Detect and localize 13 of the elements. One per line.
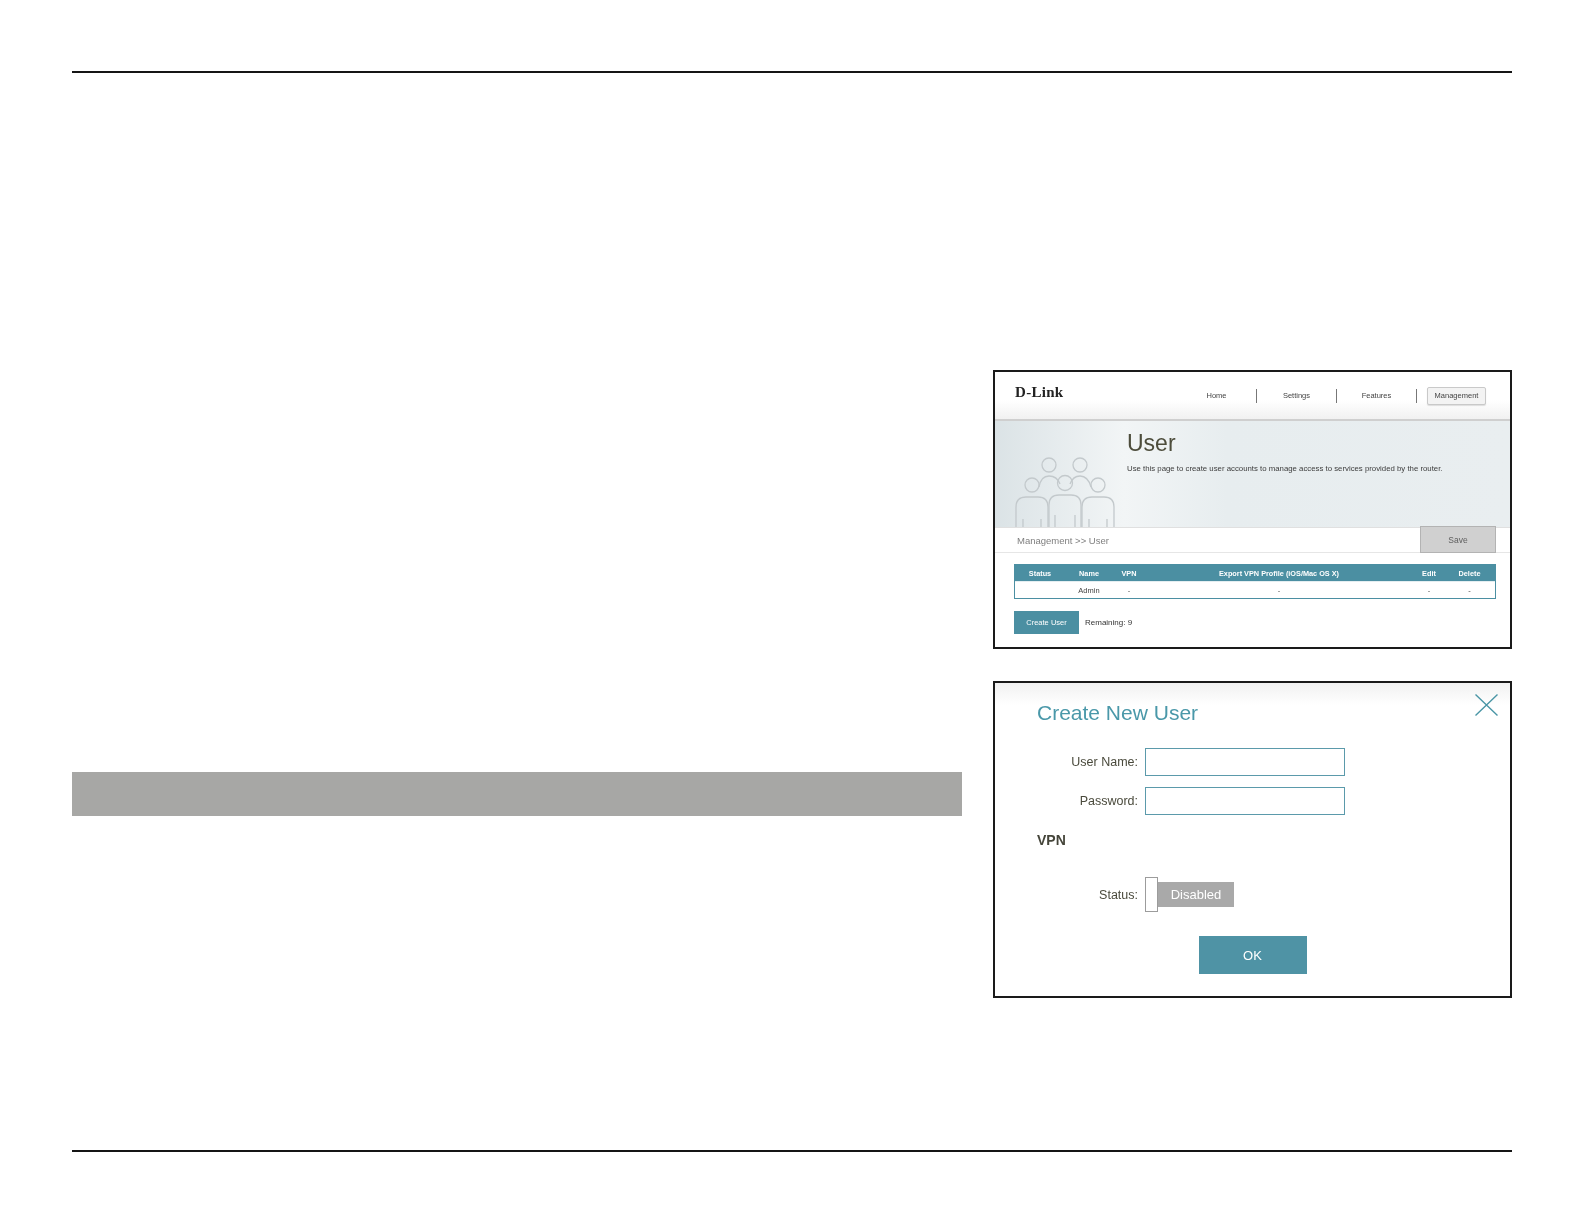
- remaining-count: Remaining: 9: [1085, 618, 1133, 627]
- field-label: User Name:: [1071, 755, 1138, 769]
- logo: D-Link: [1015, 384, 1064, 401]
- close-icon[interactable]: [1475, 694, 1498, 716]
- page-title: User: [1127, 430, 1177, 456]
- section-heading: VPN: [1037, 832, 1066, 849]
- input-field[interactable]: [1145, 787, 1345, 815]
- field-label: Status:: [1099, 887, 1138, 902]
- users-icon: [1015, 457, 1115, 527]
- breadcrumb: Management >> User: [1017, 534, 1109, 546]
- dialog-title: Create New User: [1037, 701, 1199, 725]
- field-label: Password:: [1079, 794, 1138, 808]
- input-field[interactable]: [1145, 748, 1345, 776]
